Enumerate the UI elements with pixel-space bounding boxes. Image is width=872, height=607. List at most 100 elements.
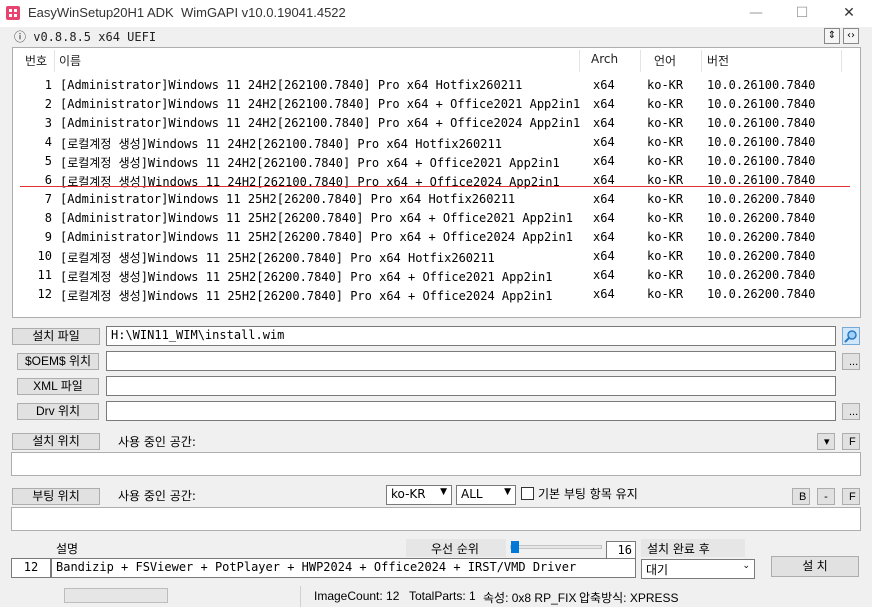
table-row[interactable]: 9 [Administrator]Windows 11 25H2[26200.78… xyxy=(13,229,860,248)
row-arch: x64 xyxy=(593,154,615,168)
updown-icon: ⇕ xyxy=(827,30,837,41)
row-language: ko-KR xyxy=(647,154,684,168)
expand-toggle-button[interactable]: ‹› xyxy=(843,28,859,44)
description-field[interactable]: Bandizip + FSViewer + PotPlayer + HWP202… xyxy=(51,558,636,578)
status-attributes: 속성: 0x8 RP_FIX xyxy=(483,591,577,605)
boot-scope-select[interactable]: ALL ▼ xyxy=(456,485,516,505)
install-file-path[interactable]: H:\WIN11_WIM\install.wim xyxy=(106,326,836,346)
driver-location-button[interactable]: Drv 위치 xyxy=(17,403,99,420)
boot-language-value: ko-KR xyxy=(391,487,426,501)
sort-toggle-button[interactable]: ⇕ xyxy=(824,28,840,44)
priority-slider-thumb[interactable] xyxy=(511,541,519,553)
row-name: [로컬계정 생성]Windows 11 24H2[262100.7840] Pr… xyxy=(60,156,560,170)
table-row[interactable]: 11 [로컬계정 생성]Windows 11 25H2[26200.7840] P… xyxy=(13,267,860,286)
boot-disk-panel[interactable] xyxy=(11,507,861,531)
table-row[interactable]: 2 [Administrator]Windows 11 24H2[262100.7… xyxy=(13,96,860,115)
boot-language-select[interactable]: ko-KR ▼ xyxy=(386,485,452,505)
after-install-header-box: 설치 완료 후 xyxy=(641,539,745,557)
table-row[interactable]: 3 [Administrator]Windows 11 24H2[262100.7… xyxy=(13,115,860,134)
column-header-name[interactable]: 이름 xyxy=(59,52,81,69)
row-number: 3 xyxy=(44,116,52,130)
column-divider xyxy=(54,50,55,72)
row-arch: x64 xyxy=(593,116,615,130)
row-arch: x64 xyxy=(593,287,615,301)
table-row[interactable]: 7 [Administrator]Windows 11 25H2[26200.78… xyxy=(13,191,860,210)
row-version: 10.0.26100.7840 xyxy=(707,135,816,149)
row-arch: x64 xyxy=(593,135,615,149)
row-number: 12 xyxy=(37,287,52,301)
row-version: 10.0.26200.7840 xyxy=(707,249,816,263)
column-header-lang[interactable]: 언어 xyxy=(654,52,676,69)
oem-location-button[interactable]: $OEM$ 위치 xyxy=(17,353,99,370)
column-header-no[interactable]: 번호 xyxy=(25,52,47,69)
row-arch: x64 xyxy=(593,97,615,111)
install-disk-panel[interactable] xyxy=(11,452,861,476)
row-language: ko-KR xyxy=(647,78,684,92)
maximize-button[interactable]: ☐ xyxy=(779,0,825,27)
table-row[interactable]: 1 [Administrator]Windows 11 24H2[262100.7… xyxy=(13,77,860,96)
priority-slider-track[interactable] xyxy=(510,545,602,549)
row-language: ko-KR xyxy=(647,116,684,130)
row-number: 7 xyxy=(44,192,52,206)
after-install-header: 설치 완료 후 xyxy=(647,542,710,556)
chevron-down-icon: ▼ xyxy=(504,487,511,497)
table-row[interactable]: 10 [로컬계정 생성]Windows 11 25H2[26200.7840] P… xyxy=(13,248,860,267)
column-divider xyxy=(579,50,580,72)
table-row[interactable]: 5 [로컬계정 생성]Windows 11 24H2[262100.7840] P… xyxy=(13,153,860,172)
row-language: ko-KR xyxy=(647,249,684,263)
install-button[interactable]: 설 치 xyxy=(771,556,859,577)
status-image-count: ImageCount: 12 xyxy=(314,589,400,603)
row-name: [Administrator]Windows 11 24H2[262100.78… xyxy=(60,97,581,111)
status-compression: 압축방식: XPRESS xyxy=(579,591,679,605)
table-row[interactable]: 8 [Administrator]Windows 11 25H2[26200.78… xyxy=(13,210,860,229)
install-location-button[interactable]: 설치 위치 xyxy=(12,433,100,450)
status-total-parts: TotalParts: 1 xyxy=(409,589,476,603)
install-format-button[interactable]: F xyxy=(842,433,860,450)
table-row[interactable]: 12 [로컬계정 생성]Windows 11 25H2[26200.7840] P… xyxy=(13,286,860,305)
minimize-button[interactable]: — xyxy=(733,0,779,27)
boot-used-space-label: 사용 중인 공간: xyxy=(118,489,196,503)
row-version: 10.0.26100.7840 xyxy=(707,116,816,130)
oem-path[interactable] xyxy=(106,351,836,371)
status-bar: ImageCount: 12 TotalParts: 1 속성: 0x8 RP_… xyxy=(0,586,872,607)
row-number: 2 xyxy=(44,97,52,111)
image-list[interactable]: 번호 이름 Arch 언어 버전 1 [Administrator]Windows… xyxy=(12,47,861,318)
install-location-dropdown[interactable]: ▾ xyxy=(817,433,835,450)
row-name: [로컬계정 생성]Windows 11 24H2[262100.7840] Pr… xyxy=(60,175,560,189)
chevron-down-icon: ▼ xyxy=(440,487,447,497)
search-icon xyxy=(844,330,857,343)
keep-default-boot-checkbox[interactable] xyxy=(521,487,534,500)
table-row[interactable]: 4 [로컬계정 생성]Windows 11 24H2[262100.7840] P… xyxy=(13,134,860,153)
row-arch: x64 xyxy=(593,249,615,263)
boot-remove-button[interactable]: - xyxy=(817,488,835,505)
search-image-button[interactable] xyxy=(842,327,860,345)
row-arch: x64 xyxy=(593,230,615,244)
oem-browse-button[interactable]: ... xyxy=(842,353,860,370)
row-number: 5 xyxy=(44,154,52,168)
column-divider xyxy=(841,50,842,72)
boot-b-button[interactable]: B xyxy=(792,488,810,505)
boot-format-button[interactable]: F xyxy=(842,488,860,505)
boot-location-button[interactable]: 부팅 위치 xyxy=(12,488,100,505)
column-divider xyxy=(640,50,641,72)
install-file-button[interactable]: 설치 파일 xyxy=(12,328,100,345)
column-header-version[interactable]: 버전 xyxy=(707,52,729,69)
column-header-arch[interactable]: Arch xyxy=(591,52,618,66)
row-version: 10.0.26100.7840 xyxy=(707,173,816,187)
priority-value[interactable]: 16 xyxy=(606,541,636,559)
xml-file-button[interactable]: XML 파일 xyxy=(17,378,99,395)
priority-header: 우선 순위 xyxy=(431,542,479,556)
xml-path[interactable] xyxy=(106,376,836,396)
title-bar: EasyWinSetup 20H1 ADK WimGAPI v10.0.1904… xyxy=(0,0,872,27)
driver-browse-button[interactable]: ... xyxy=(842,403,860,420)
row-name: [Administrator]Windows 11 25H2[26200.784… xyxy=(60,211,573,225)
after-install-select[interactable]: 대기 ⌄ xyxy=(641,559,755,579)
image-index-field[interactable]: 12 xyxy=(11,558,51,578)
app-name: EasyWinSetup xyxy=(28,5,114,20)
driver-path[interactable] xyxy=(106,401,836,421)
table-row[interactable]: 6 [로컬계정 생성]Windows 11 24H2[262100.7840] P… xyxy=(13,172,860,191)
row-version: 10.0.26200.7840 xyxy=(707,192,816,206)
row-language: ko-KR xyxy=(647,97,684,111)
progress-bar xyxy=(64,588,168,603)
close-button[interactable]: ✕ xyxy=(826,0,872,27)
